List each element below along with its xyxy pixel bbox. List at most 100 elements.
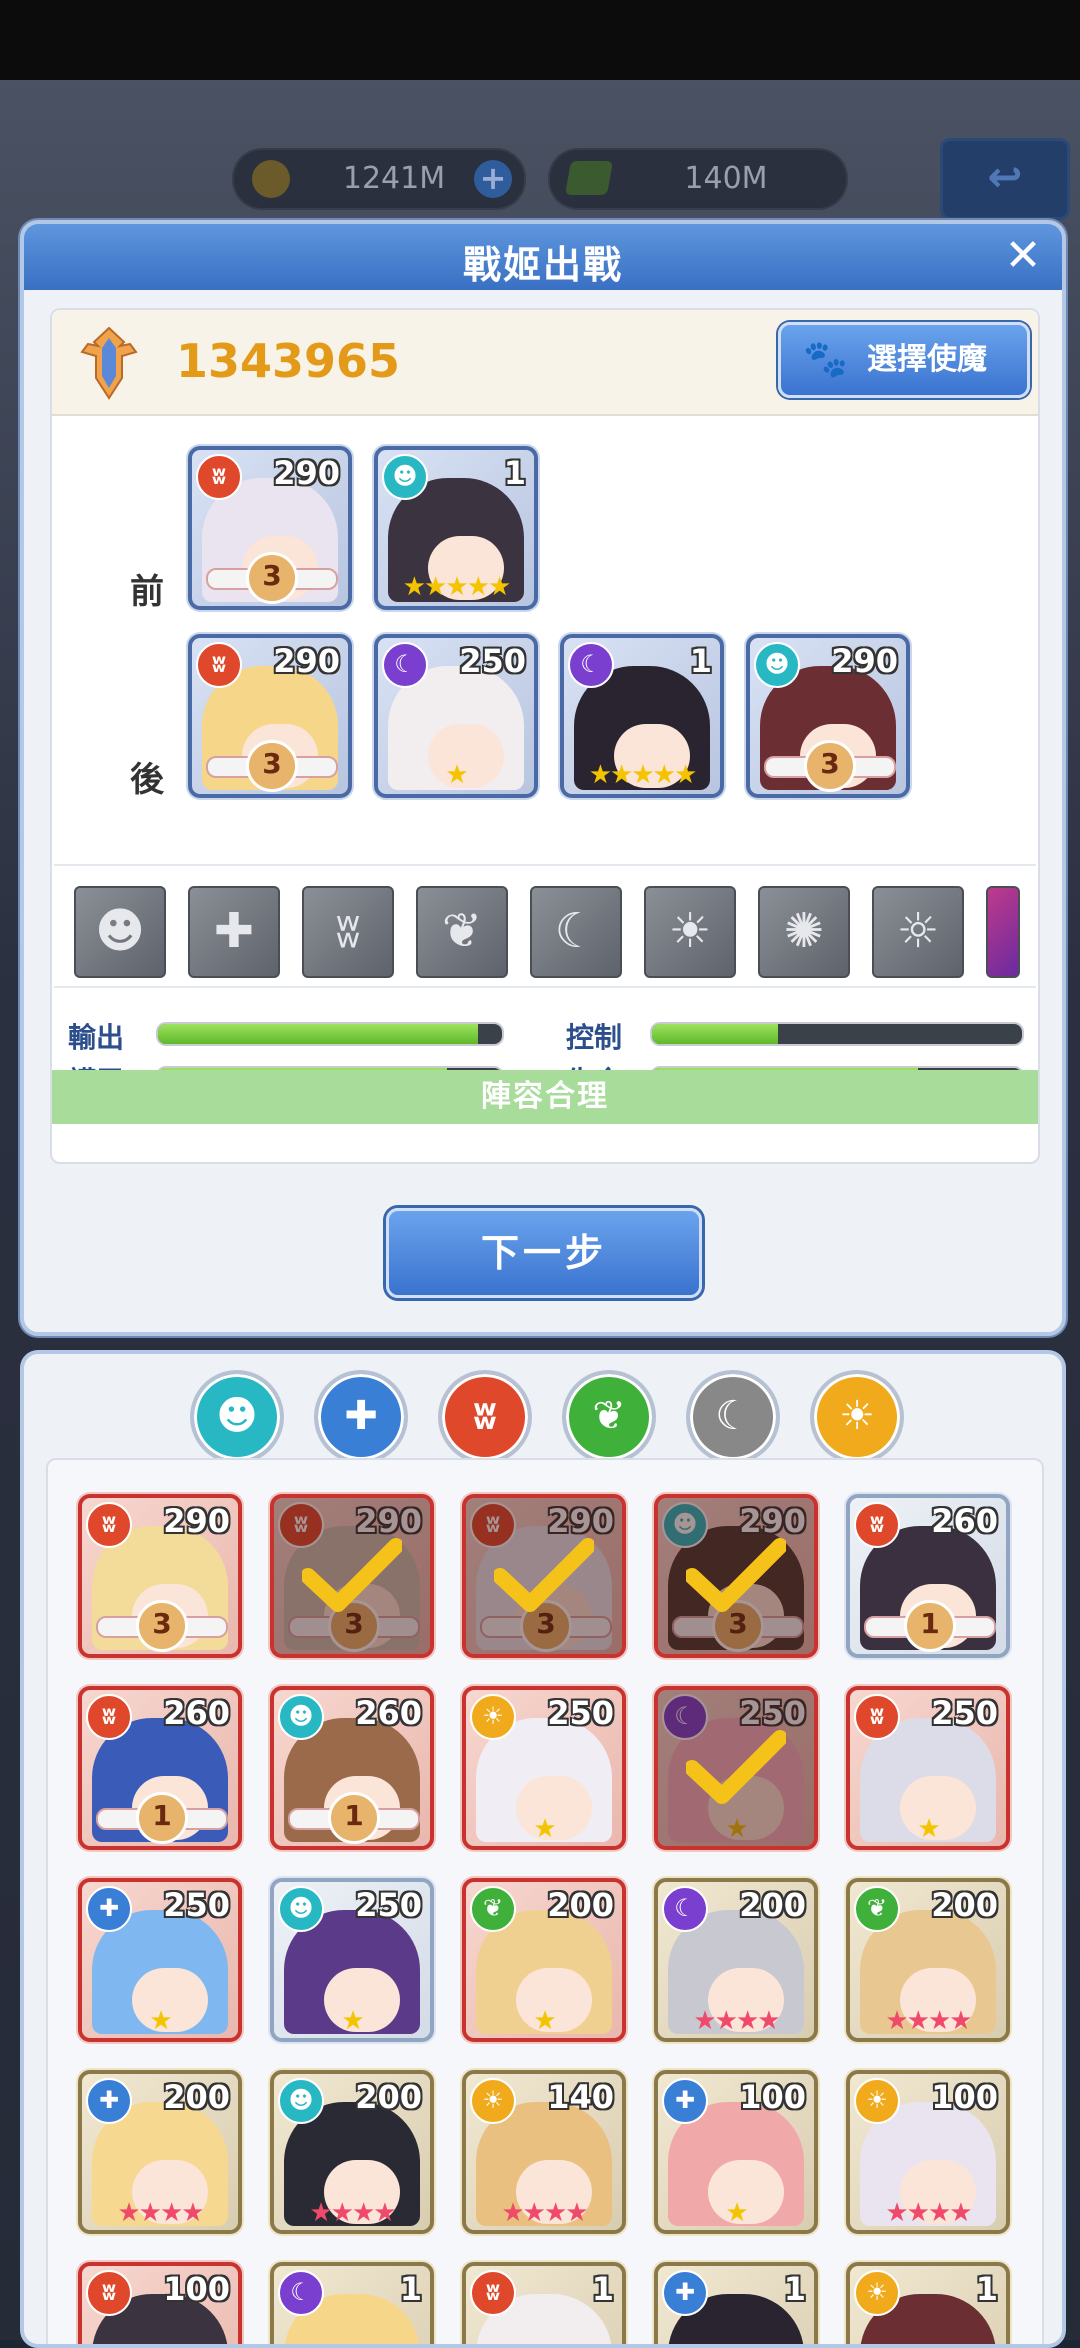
front-row-slot[interactable]: ☻ 1 ★★★★★	[374, 446, 538, 610]
roster-character-card[interactable]: ʬ 250 ★	[846, 1686, 1010, 1850]
level-label: 1	[591, 2270, 614, 2308]
rank-badge: 3	[246, 740, 298, 792]
shield-filter-button[interactable]: ✚	[314, 1370, 408, 1464]
add-coin-button[interactable]: +	[474, 160, 512, 198]
front-row-slot[interactable]: ʬ 290 3	[188, 446, 352, 610]
close-button[interactable]: ✕	[998, 232, 1048, 282]
back-row-slot[interactable]: ☾ 250 ★	[374, 634, 538, 798]
back-row-slot[interactable]: ☾ 1 ★★★★★	[560, 634, 724, 798]
roster-character-card[interactable]: ☾ 200 ★★★★	[654, 1878, 818, 2042]
star-rating: ★★★★	[309, 2198, 396, 2228]
roster-character-card[interactable]: ʬ 260 1	[78, 1686, 242, 1850]
stat-output-label: 輸出	[68, 1021, 125, 1054]
roster-character-card[interactable]: ☻ 260 1	[270, 1686, 434, 1850]
roster-character-card[interactable]: ☻ 200 ★★★★	[270, 2070, 434, 2234]
fire-filter-button[interactable]: ʬ	[438, 1370, 532, 1464]
spirit-element-icon[interactable]: ☻	[74, 886, 166, 978]
shield-element-icon: ✚	[86, 1886, 132, 1932]
sun-moon-element-icon[interactable]: ☼	[872, 886, 964, 978]
roster-character-card[interactable]: ☀ 100 ★★★★	[846, 2070, 1010, 2234]
leaf-element-icon: ❦	[854, 1886, 900, 1932]
level-label: 200	[547, 1886, 614, 1924]
level-label: 100	[739, 2078, 806, 2116]
fire-element-icon: ʬ	[196, 454, 242, 500]
roster-character-card[interactable]: ʬ 260 1	[846, 1494, 1010, 1658]
roster-character-card[interactable]: ✚ 100 ★	[654, 2070, 818, 2234]
level-label: 250	[931, 1694, 998, 1732]
roster-character-card[interactable]: ☻ 250 ★	[270, 1878, 434, 2042]
shield-element-icon[interactable]: ✚	[188, 886, 280, 978]
roster-character-card[interactable]: ʬ 290 3	[462, 1494, 626, 1658]
dialog-header: 戰姬出戰 ✕	[24, 224, 1062, 290]
back-row-slot[interactable]: ʬ 290 3	[188, 634, 352, 798]
next-step-button[interactable]: 下一步	[386, 1208, 702, 1298]
shield-element-icon: ✚	[662, 2078, 708, 2124]
select-demon-button[interactable]: 🐾 選擇使魔	[778, 322, 1030, 398]
level-label: 200	[355, 2078, 422, 2116]
formation-panel: 1343965 🐾 選擇使魔 前 排 後 排 ʬ 290 3 ☻ 1 ★★★★★ ʬ 290 3…	[50, 308, 1040, 1164]
sun-element-icon: ☀	[470, 2078, 516, 2124]
gem-resource: 140M	[548, 148, 848, 210]
leaf-filter-button[interactable]: ❦	[562, 1370, 656, 1464]
fire-element-icon: ʬ	[86, 1694, 132, 1740]
gem-amount: 140M	[684, 161, 768, 196]
back-button[interactable]: ↩	[940, 138, 1070, 220]
paw-icon: 🐾	[803, 339, 848, 380]
roster-character-card[interactable]: ❦ 200 ★★★★	[846, 1878, 1010, 2042]
fire-element-icon[interactable]: ʬ	[302, 886, 394, 978]
partial-element-icon[interactable]	[986, 886, 1020, 978]
stat-output-bar	[156, 1022, 504, 1046]
stat-control-bar	[650, 1022, 1024, 1046]
roster-character-card[interactable]: ☀ 1	[846, 2262, 1010, 2344]
star-rating: ★	[149, 2006, 172, 2036]
level-label: 260	[355, 1694, 422, 1732]
roster-character-card[interactable]: ʬ 290 3	[78, 1494, 242, 1658]
fire-element-icon: ʬ	[196, 642, 242, 688]
roster-character-card[interactable]: ❦ 200 ★	[462, 1878, 626, 2042]
star-rating: ★★★★★	[588, 760, 698, 790]
roster-character-card[interactable]: ✚ 250 ★	[78, 1878, 242, 2042]
sun-filter-button[interactable]: ☀	[810, 1370, 904, 1464]
gem-icon	[565, 161, 613, 195]
deploy-dialog: 戰姬出戰 ✕ 1343965 🐾 選擇使魔 前 排 後 排 ʬ 290 3 ☻ 1 ★★★…	[20, 220, 1066, 1336]
element-bonus-strip[interactable]: ☻ ✚ ʬ ❦ ☾ ☀ ✺ ☼	[54, 864, 1036, 988]
level-label: 100	[931, 2078, 998, 2116]
level-label: 1	[503, 454, 526, 492]
sun-element-icon[interactable]: ☀	[644, 886, 736, 978]
back-row-slot[interactable]: ☻ 290 3	[746, 634, 910, 798]
level-label: 250	[355, 1886, 422, 1924]
level-label: 250	[459, 642, 526, 680]
roster-character-card[interactable]: ☀ 250 ★	[462, 1686, 626, 1850]
roster-panel: ☻ ✚ ʬ ❦ ☾ ☀ ʬ 290 3 ʬ 290 3 ʬ 290 3 ☻ 290 3 ʬ 260 1 ʬ 260 1 ☻ 26…	[20, 1350, 1066, 2348]
sun-element-icon: ☀	[854, 2078, 900, 2124]
spirit-element-icon: ☻	[754, 642, 800, 688]
vortex-element-icon[interactable]: ✺	[758, 886, 850, 978]
star-rating: ★★★★	[693, 2006, 780, 2036]
star-rating: ★★★★	[117, 2198, 204, 2228]
coin-amount: 1241M	[342, 161, 446, 196]
level-label: 1	[783, 2270, 806, 2308]
stat-control-label: 控制	[566, 1021, 623, 1054]
roster-character-card[interactable]: ☾ 250 ★	[654, 1686, 818, 1850]
roster-character-card[interactable]: ʬ1	[462, 2262, 626, 2344]
roster-character-card[interactable]: ☾ 1	[270, 2262, 434, 2344]
roster-character-card[interactable]: ☻ 290 3	[654, 1494, 818, 1658]
sun-element-icon: ☀	[470, 1694, 516, 1740]
roster-character-card[interactable]: ✚ 1	[654, 2262, 818, 2344]
roster-character-card[interactable]: ☀ 140 ★★★★	[462, 2070, 626, 2234]
star-rating: ★	[917, 1814, 940, 1844]
roster-character-card[interactable]: ✚ 200 ★★★★	[78, 2070, 242, 2234]
roster-character-card[interactable]: ʬ 100	[78, 2262, 242, 2344]
spirit-filter-button[interactable]: ☻	[190, 1370, 284, 1464]
moon-element-icon[interactable]: ☾	[530, 886, 622, 978]
combat-power: 1343965	[176, 334, 401, 388]
roster-grid: ʬ 290 3 ʬ 290 3 ʬ 290 3 ☻ 290 3 ʬ 260 1 ʬ 260 1 ☻ 260 1 ☀ 250 ★…	[46, 1458, 1044, 2344]
status-bar	[0, 0, 1080, 80]
level-label: 1	[975, 2270, 998, 2308]
dark-element-icon: ☾	[568, 642, 614, 688]
moon-filter-button[interactable]: ☾	[686, 1370, 780, 1464]
leaf-element-icon[interactable]: ❦	[416, 886, 508, 978]
roster-character-card[interactable]: ʬ 290 3	[270, 1494, 434, 1658]
star-rating: ★★★★	[885, 2198, 972, 2228]
sword-crest-icon	[80, 326, 138, 400]
